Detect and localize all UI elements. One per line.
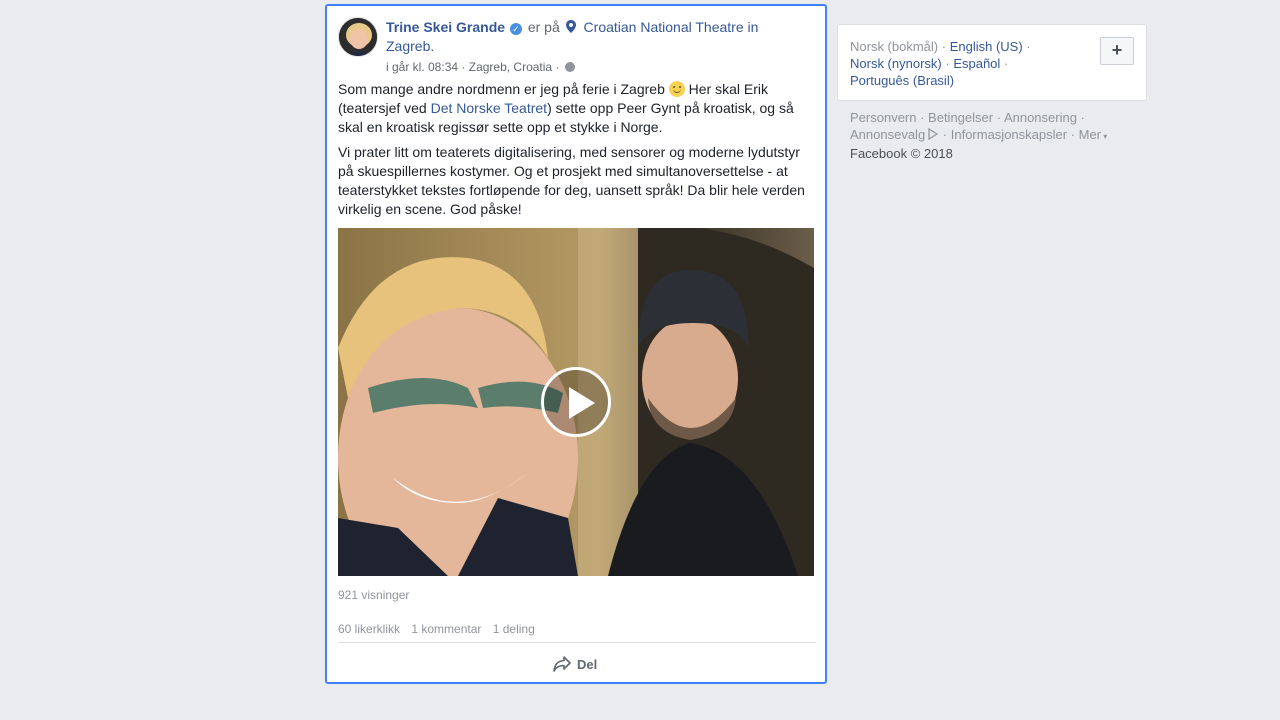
shares-count-link[interactable]: 1 deling <box>493 622 535 636</box>
language-list: Norsk (bokmål) · English (US) · Norsk (n… <box>850 39 1031 88</box>
share-button[interactable]: Del <box>553 654 597 674</box>
likes-count-link[interactable]: 60 likerklikk <box>338 622 400 636</box>
footer-link-betingelser[interactable]: Betingelser <box>928 110 993 125</box>
author-name-link[interactable]: Trine Skei Grande <box>386 19 505 35</box>
post-paragraph-2: Vi prater litt om teaterets digitaliseri… <box>338 144 805 217</box>
footer-link-informasjonskapsler[interactable]: Informasjonskapsler <box>951 127 1067 142</box>
post-paragraph-1: Som mange andre nordmenn er jeg på ferie… <box>338 80 814 137</box>
comments-count-link[interactable]: 1 kommentar <box>411 622 481 636</box>
det-norske-teatret-link[interactable]: Det Norske Teatret <box>431 100 547 116</box>
footer-link-annonsevalg[interactable]: Annonsevalg <box>850 127 925 142</box>
language-link-english[interactable]: English (US) <box>950 39 1023 54</box>
language-current: Norsk (bokmål) <box>850 39 939 54</box>
location-pin-icon <box>565 20 576 33</box>
author-avatar[interactable] <box>338 17 378 57</box>
share-label: Del <box>577 656 598 672</box>
post-timestamp-link[interactable]: i går kl. 08:34 <box>386 60 458 74</box>
meta-separator: · <box>555 60 560 74</box>
post-card: Trine Skei Grande ✓ er på Croatian Natio… <box>325 4 827 684</box>
share-arrow-icon <box>553 656 571 672</box>
language-link-nynorsk[interactable]: Norsk (nynorsk) <box>850 56 942 71</box>
footer-link-personvern[interactable]: Personvern <box>850 110 916 125</box>
smiley-emoji-icon <box>668 81 685 97</box>
post-location: Zagreb, Croatia <box>468 60 553 74</box>
language-link-portugues[interactable]: Português (Brasil) <box>850 73 954 88</box>
post-header: Trine Skei Grande ✓ er på Croatian Natio… <box>386 18 786 56</box>
footer-link-mer[interactable]: Mer <box>1079 127 1101 142</box>
chevron-down-icon: ▾ <box>1101 132 1108 141</box>
video-player[interactable] <box>338 228 814 576</box>
play-button[interactable] <box>541 367 611 437</box>
footer-link-annonsering[interactable]: Annonsering <box>1004 110 1077 125</box>
paragraph-text: Som mange andre nordmenn er jeg på ferie… <box>338 81 665 97</box>
post-body: Som mange andre nordmenn er jeg på ferie… <box>338 80 814 225</box>
verified-badge-icon: ✓ <box>509 23 522 35</box>
footer-links: Personvern · Betingelser · Annonsering ·… <box>850 110 1108 161</box>
language-selector-box: Norsk (bokmål) · English (US) · Norsk (n… <box>837 24 1147 101</box>
post-meta: i går kl. 08:34 · Zagreb, Croatia · <box>386 59 575 75</box>
view-count: 921 visninger <box>338 588 410 602</box>
globe-icon[interactable] <box>564 62 575 72</box>
language-link-espanol[interactable]: Español <box>953 56 1000 71</box>
meta-separator: · <box>461 60 466 74</box>
engagement-stats: 60 likerklikk 1 kommentar 1 deling <box>338 622 543 636</box>
is-at-text: er på <box>527 19 560 35</box>
copyright-text: Facebook © 2018 <box>850 146 953 161</box>
divider <box>338 642 816 643</box>
add-language-button[interactable]: + <box>1100 37 1134 65</box>
adchoices-icon <box>928 128 939 140</box>
